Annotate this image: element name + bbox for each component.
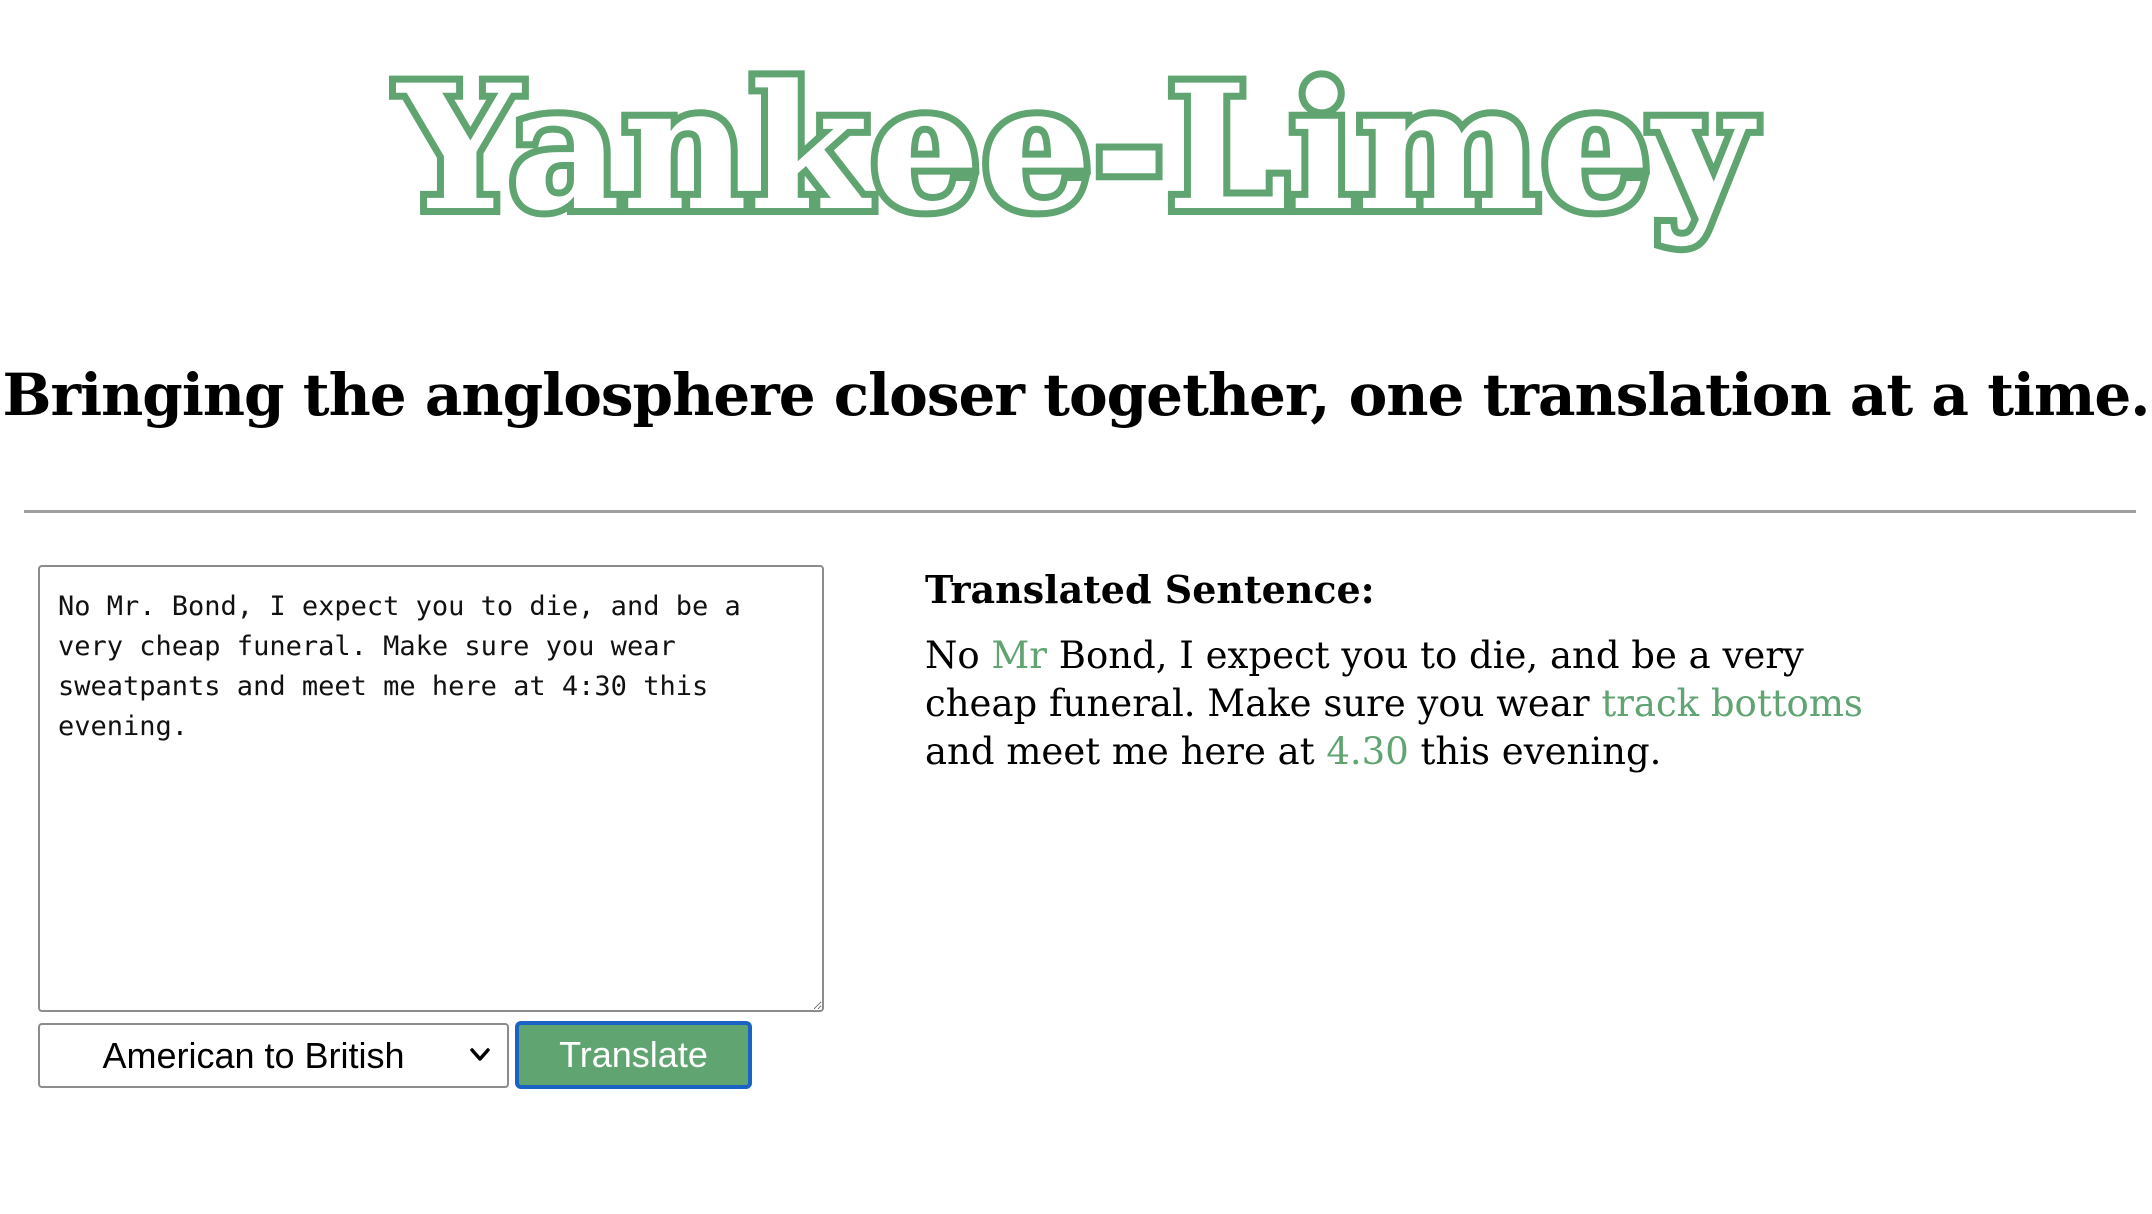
result-segment: this evening. xyxy=(1408,730,1662,773)
result-segment: No xyxy=(925,634,992,677)
translate-button[interactable]: Translate xyxy=(515,1021,752,1089)
header-divider xyxy=(24,510,2136,513)
result-segment-highlighted: track bottoms xyxy=(1601,682,1863,725)
locale-select[interactable]: American to British xyxy=(38,1023,509,1088)
app-title: Yankee-Limey xyxy=(391,46,1760,249)
result-segment: and meet me here at xyxy=(925,730,1327,773)
translated-sentence: No Mr Bond, I expect you to die, and be … xyxy=(925,632,1925,776)
result-segment-highlighted: Mr xyxy=(991,634,1047,677)
chevron-down-icon xyxy=(470,1048,490,1061)
result-segment-highlighted: 4.30 xyxy=(1326,730,1409,773)
locale-select-value: American to British xyxy=(102,1035,405,1076)
result-heading: Translated Sentence: xyxy=(925,567,1375,612)
page-tagline: Bringing the anglosphere closer together… xyxy=(2,361,2151,429)
source-text-input[interactable]: No Mr. Bond, I expect you to die, and be… xyxy=(38,565,824,1012)
